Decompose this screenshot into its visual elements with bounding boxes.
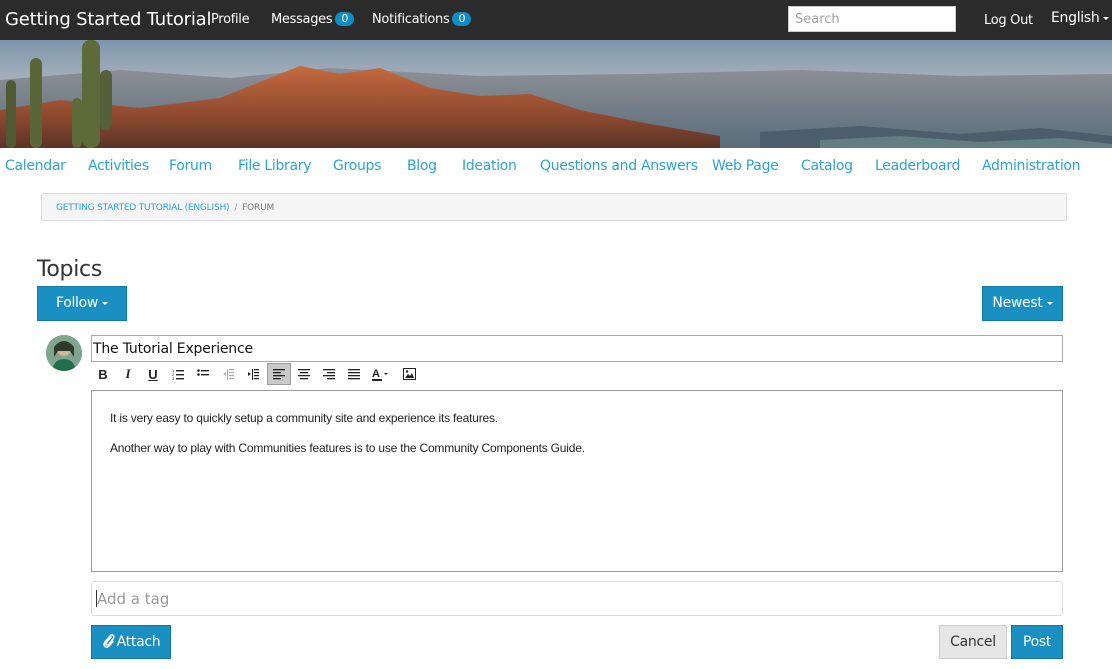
bold-icon[interactable]: B <box>91 363 115 385</box>
svg-text:A: A <box>372 368 380 380</box>
avatar <box>46 335 82 371</box>
notifications-count-badge: 0 <box>452 12 472 26</box>
nav-ideation[interactable]: Ideation <box>462 158 517 174</box>
indent-icon[interactable] <box>241 363 265 385</box>
nav-file-library[interactable]: File Library <box>238 158 312 174</box>
nav-leaderboard[interactable]: Leaderboard <box>875 158 960 174</box>
italic-icon[interactable]: I <box>116 363 140 385</box>
attach-label: Attach <box>116 634 161 650</box>
cancel-button[interactable]: Cancel <box>939 625 1007 659</box>
profile-link[interactable]: Profile <box>211 12 250 27</box>
chevron-down-icon <box>102 301 109 305</box>
justify-icon[interactable] <box>342 363 366 385</box>
nav-blog[interactable]: Blog <box>407 158 437 174</box>
breadcrumb-current: FORUM <box>242 203 275 213</box>
text-cursor <box>96 590 97 607</box>
chevron-down-icon <box>1046 301 1053 305</box>
notifications-link[interactable]: Notifications 0 <box>372 12 472 27</box>
search-input[interactable] <box>788 6 956 32</box>
messages-label: Messages <box>271 12 333 27</box>
editor-paragraph: It is very easy to quickly setup a commu… <box>110 411 498 425</box>
notifications-label: Notifications <box>372 12 450 27</box>
text-color-icon[interactable]: A <box>369 363 393 385</box>
topic-title-input[interactable] <box>91 335 1063 362</box>
messages-link[interactable]: Messages 0 <box>271 12 355 27</box>
breadcrumb: GETTING STARTED TUTORIAL (ENGLISH) / FORUM <box>41 193 1067 221</box>
user-avatar-image <box>46 335 82 371</box>
unordered-list-icon[interactable] <box>191 363 215 385</box>
sort-newest-button[interactable]: Newest <box>982 286 1063 321</box>
nav-administration[interactable]: Administration <box>982 158 1081 174</box>
follow-button[interactable]: Follow <box>37 286 127 321</box>
ordered-list-icon[interactable]: 123 <box>166 363 190 385</box>
page-title: Topics <box>37 257 102 282</box>
site-title[interactable]: Getting Started Tutorial <box>5 9 211 30</box>
paperclip-icon <box>102 628 115 660</box>
desert-mountain-landscape <box>0 40 1112 148</box>
nav-forum[interactable]: Forum <box>169 158 212 174</box>
nav-questions-and-answers[interactable]: Questions and Answers <box>540 158 698 174</box>
breadcrumb-root-link[interactable]: GETTING STARTED TUTORIAL (ENGLISH) <box>56 203 230 213</box>
language-label: English <box>1051 10 1100 26</box>
nav-calendar[interactable]: Calendar <box>5 158 66 174</box>
follow-label: Follow <box>55 295 99 311</box>
svg-text:3: 3 <box>172 376 175 380</box>
header-banner-image <box>0 40 1112 148</box>
attach-button[interactable]: Attach <box>91 625 171 659</box>
underline-icon[interactable]: U <box>141 363 165 385</box>
top-navbar: Getting Started Tutorial Profile Message… <box>0 0 1112 40</box>
editor-paragraph: Another way to play with Communities fea… <box>110 441 585 455</box>
tag-input[interactable] <box>91 581 1063 616</box>
outdent-icon[interactable] <box>216 363 240 385</box>
nav-activities[interactable]: Activities <box>88 158 149 174</box>
breadcrumb-separator: / <box>234 203 238 213</box>
align-right-icon[interactable] <box>317 363 341 385</box>
align-center-icon[interactable] <box>292 363 316 385</box>
logout-link[interactable]: Log Out <box>984 13 1033 28</box>
align-left-icon[interactable] <box>267 363 291 385</box>
image-icon[interactable] <box>397 363 421 385</box>
section-nav: Calendar Activities Forum File Library G… <box>0 148 1112 184</box>
nav-catalog[interactable]: Catalog <box>801 158 853 174</box>
messages-count-badge: 0 <box>335 12 355 26</box>
rich-text-editor[interactable]: It is very easy to quickly setup a commu… <box>91 390 1063 572</box>
nav-groups[interactable]: Groups <box>333 158 381 174</box>
sort-label: Newest <box>992 295 1043 311</box>
chevron-down-icon <box>1103 16 1110 20</box>
nav-web-page[interactable]: Web Page <box>712 158 779 174</box>
language-dropdown[interactable]: English <box>1051 10 1110 26</box>
post-button[interactable]: Post <box>1011 625 1063 659</box>
